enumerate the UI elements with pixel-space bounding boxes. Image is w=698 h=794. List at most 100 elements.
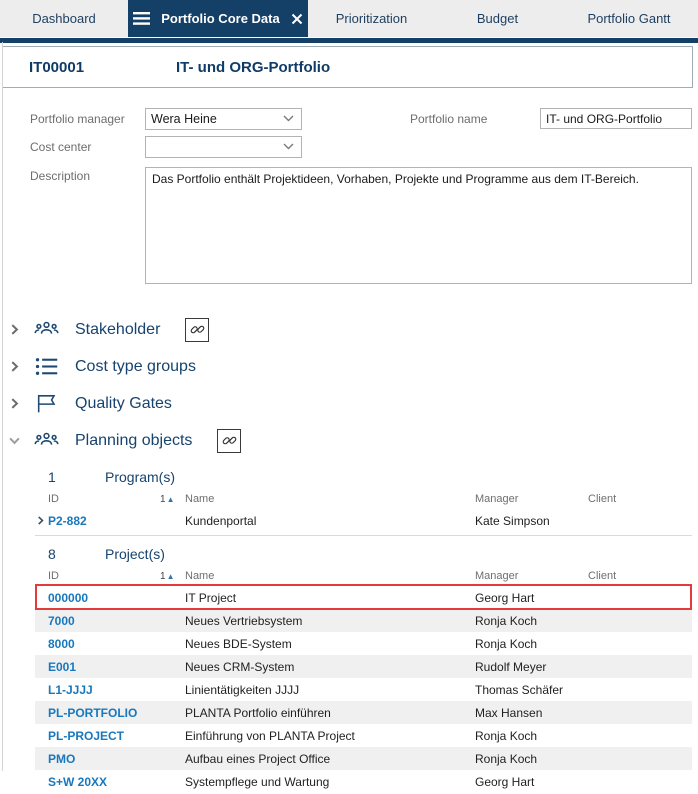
column-client[interactable]: Client (588, 493, 692, 505)
menu-icon[interactable] (133, 12, 150, 25)
row-id-link[interactable]: E001 (48, 660, 160, 674)
link-button[interactable] (185, 318, 209, 342)
table-row[interactable]: PMO Aufbau eines Project Office Ronja Ko… (35, 747, 692, 770)
row-manager: Thomas Schäfer (475, 683, 588, 697)
sort-indicator[interactable]: 1▲ (160, 571, 185, 582)
table-header: ID 1▲ Name Manager Client (35, 566, 692, 586)
chevron-right-icon[interactable] (9, 324, 22, 335)
cost-center-row: Cost center (30, 135, 698, 158)
group-count: 8 (48, 546, 105, 562)
row-manager: Ronja Koch (475, 637, 588, 651)
column-manager[interactable]: Manager (475, 493, 588, 505)
column-id[interactable]: ID (48, 493, 160, 505)
row-name: Neues BDE-System (185, 637, 475, 651)
table-row[interactable]: 7000 Neues Vertriebsystem Ronja Koch (35, 609, 692, 632)
flag-icon (34, 391, 61, 416)
list-icon (34, 354, 61, 379)
row-id-link[interactable]: S+W 20XX (48, 775, 160, 789)
table-row[interactable]: 8000 Neues BDE-System Ronja Koch (35, 632, 692, 655)
chevron-right-icon[interactable] (9, 361, 22, 372)
chevron-right-icon[interactable] (9, 398, 22, 409)
portfolio-name-input[interactable]: IT- und ORG-Portfolio (540, 108, 692, 129)
row-manager: Max Hansen (475, 706, 588, 720)
portfolio-manager-value: Wera Heine (151, 112, 217, 126)
tab-label: Portfolio Core Data (161, 11, 279, 26)
table-row[interactable]: L1-JJJJ Linientätigkeiten JJJJ Thomas Sc… (35, 678, 692, 701)
row-name: Einführung von PLANTA Project (185, 729, 475, 743)
group-separator (35, 535, 692, 536)
description-label: Description (30, 167, 145, 183)
row-manager: Georg Hart (475, 591, 588, 605)
tab-label: Dashboard (32, 11, 96, 26)
table-row[interactable]: S+W 20XX Systempflege und Wartung Georg … (35, 770, 692, 793)
section-title: Cost type groups (75, 358, 196, 376)
row-manager: Ronja Koch (475, 614, 588, 628)
group-label: Program(s) (105, 469, 175, 485)
description-textarea[interactable]: Das Portfolio enthält Projektideen, Vorh… (145, 167, 692, 284)
column-name[interactable]: Name (185, 570, 475, 582)
portfolio-manager-select[interactable]: Wera Heine (145, 108, 302, 130)
table-row-highlighted[interactable]: 000000 IT Project Georg Hart (35, 586, 692, 609)
sort-ascending-icon: ▲ (167, 572, 175, 581)
row-name: Kundenportal (185, 514, 475, 528)
row-name: IT Project (185, 591, 475, 605)
portfolio-manager-label: Portfolio manager (30, 112, 145, 126)
tab-prioritization[interactable]: Prioritization (308, 0, 435, 37)
row-name: Aufbau eines Project Office (185, 752, 475, 766)
sort-ascending-icon: ▲ (167, 495, 175, 504)
link-button[interactable] (217, 429, 241, 453)
column-client[interactable]: Client (588, 570, 692, 582)
tab-label: Prioritization (336, 11, 408, 26)
row-id-link[interactable]: PMO (48, 752, 160, 766)
row-expand-chevron[interactable] (35, 516, 48, 525)
table-row[interactable]: E001 Neues CRM-System Rudolf Meyer (35, 655, 692, 678)
portfolio-name-label: Portfolio name (410, 112, 487, 126)
tab-dashboard[interactable]: Dashboard (0, 0, 128, 37)
row-name: Neues Vertriebsystem (185, 614, 475, 628)
record-id: IT00001 (29, 59, 176, 76)
row-id-link[interactable]: P2-882 (48, 514, 160, 528)
table-row[interactable]: PL-PROJECT Einführung von PLANTA Project… (35, 724, 692, 747)
tabbar-underline (0, 37, 698, 43)
row-id-link[interactable]: 000000 (48, 591, 160, 605)
column-name[interactable]: Name (185, 493, 475, 505)
section-planning-objects[interactable]: Planning objects (0, 422, 698, 459)
tab-budget[interactable]: Budget (435, 0, 560, 37)
page-title: IT- und ORG-Portfolio (176, 59, 330, 76)
row-manager: Kate Simpson (475, 514, 588, 528)
tab-portfolio-core-data[interactable]: Portfolio Core Data (128, 0, 308, 37)
section-list: Stakeholder Cost type groups (0, 311, 698, 459)
row-manager: Ronja Koch (475, 729, 588, 743)
row-id-link[interactable]: L1-JJJJ (48, 683, 160, 697)
row-name: Neues CRM-System (185, 660, 475, 674)
table-row[interactable]: P2-882 Kundenportal Kate Simpson (35, 509, 692, 532)
row-manager: Georg Hart (475, 775, 588, 789)
description-row: Description Das Portfolio enthält Projek… (30, 167, 698, 284)
section-title: Stakeholder (75, 321, 160, 339)
row-id-link[interactable]: PL-PROJECT (48, 729, 160, 743)
close-icon[interactable] (291, 13, 303, 25)
chevron-down-icon (283, 143, 294, 150)
row-id-link[interactable]: 7000 (48, 614, 160, 628)
tab-bar: Dashboard Portfolio Core Data Prioritiza… (0, 0, 698, 37)
tab-portfolio-gantt[interactable]: Portfolio Gantt (560, 0, 698, 37)
sort-indicator[interactable]: 1▲ (160, 494, 185, 505)
row-id-link[interactable]: 8000 (48, 637, 160, 651)
row-id-link[interactable]: PL-PORTFOLIO (48, 706, 160, 720)
table-row[interactable]: PL-PORTFOLIO PLANTA Portfolio einführen … (35, 701, 692, 724)
chevron-down-icon[interactable] (9, 435, 22, 446)
cost-center-select[interactable] (145, 136, 302, 158)
section-quality-gates[interactable]: Quality Gates (0, 385, 698, 422)
column-manager[interactable]: Manager (475, 570, 588, 582)
group-icon (34, 317, 61, 342)
planning-objects-panel: 1 Program(s) ID 1▲ Name Manager Client P… (0, 465, 698, 794)
group-label: Project(s) (105, 546, 165, 562)
section-cost-type-groups[interactable]: Cost type groups (0, 348, 698, 385)
section-stakeholder[interactable]: Stakeholder (0, 311, 698, 348)
group-count: 1 (48, 469, 105, 485)
program-group-header: 1 Program(s) (0, 465, 698, 489)
section-title: Planning objects (75, 432, 192, 450)
row-name: Systempflege und Wartung (185, 775, 475, 789)
chevron-down-icon (283, 115, 294, 122)
column-id[interactable]: ID (48, 570, 160, 582)
